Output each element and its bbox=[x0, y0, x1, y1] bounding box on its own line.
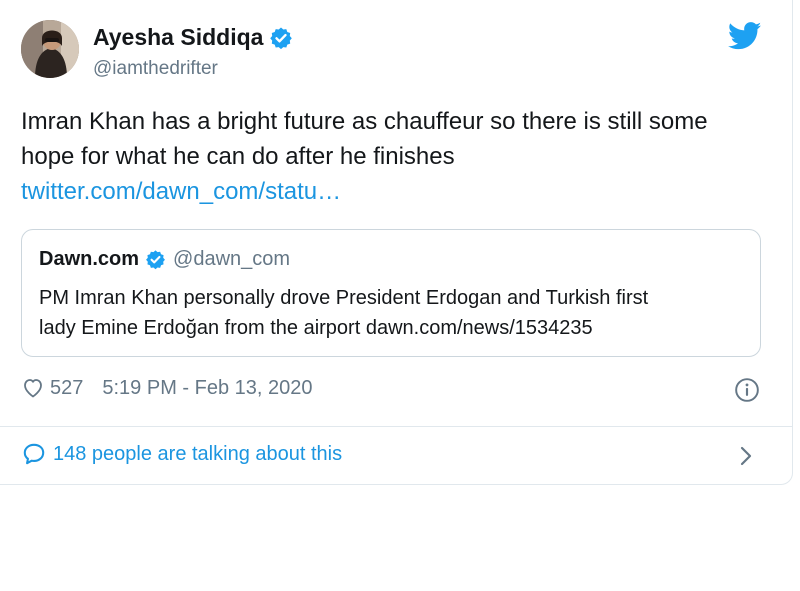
like-count[interactable]: 527 bbox=[50, 377, 83, 400]
quoted-tweet-header: Dawn.com @dawn_com bbox=[39, 248, 290, 271]
quoted-text-line: lady Emine Erdoğan from the airport dawn… bbox=[39, 317, 593, 339]
quoted-text-line: PM Imran Khan personally drove President… bbox=[39, 287, 649, 309]
quoted-author-handle: @dawn_com bbox=[173, 248, 291, 270]
tweet-text-line: hope for what he can do after he finishe… bbox=[21, 143, 455, 170]
author-display-name[interactable]: Ayesha Siddiqa bbox=[93, 24, 263, 51]
tweet-meta: 527 5:19 PM - Feb 13, 2020 bbox=[21, 376, 313, 400]
embedded-tweet-card: Ayesha Siddiqa @iamthedrifter Imran Khan… bbox=[0, 0, 793, 485]
speech-bubble-icon bbox=[23, 443, 45, 465]
avatar[interactable] bbox=[21, 20, 79, 78]
tweet-link[interactable]: twitter.com/dawn_com/statu… bbox=[21, 178, 341, 205]
quoted-tweet[interactable]: Dawn.com @dawn_com PM Imran Khan persona… bbox=[21, 229, 761, 357]
quoted-tweet-text: PM Imran Khan personally drove President… bbox=[39, 283, 749, 343]
chevron-right-icon[interactable] bbox=[736, 444, 756, 468]
tweet-timestamp[interactable]: 5:19 PM - Feb 13, 2020 bbox=[102, 377, 312, 400]
divider bbox=[0, 426, 793, 427]
author-handle[interactable]: @iamthedrifter bbox=[93, 58, 218, 80]
heart-icon[interactable] bbox=[21, 376, 45, 400]
conversation-label[interactable]: 148 people are talking about this bbox=[53, 443, 342, 466]
info-icon[interactable] bbox=[734, 377, 760, 403]
twitter-bird-icon[interactable] bbox=[728, 22, 762, 50]
tweet-text: Imran Khan has a bright future as chauff… bbox=[21, 104, 781, 209]
verified-badge-icon bbox=[270, 27, 293, 49]
quoted-author-name: Dawn.com bbox=[39, 248, 140, 270]
author-name-row[interactable]: Ayesha Siddiqa bbox=[93, 24, 293, 51]
conversation-link[interactable]: 148 people are talking about this bbox=[21, 441, 342, 467]
verified-badge-icon bbox=[146, 250, 165, 270]
avatar-photo bbox=[21, 20, 79, 78]
tweet-text-line: Imran Khan has a bright future as chauff… bbox=[21, 108, 708, 135]
